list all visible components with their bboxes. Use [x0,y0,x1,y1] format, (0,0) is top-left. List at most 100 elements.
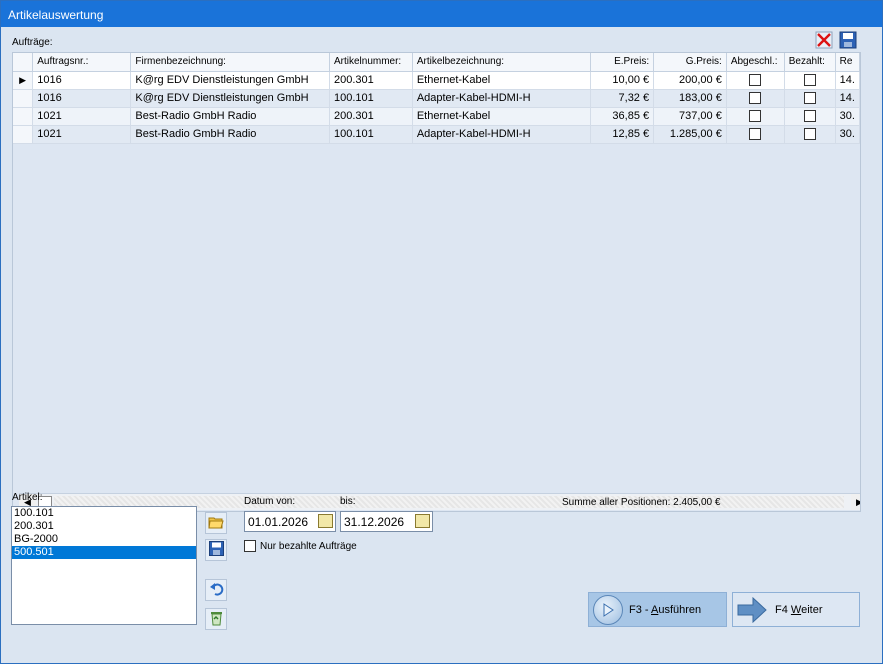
undo-arrow-icon [209,582,224,599]
orders-table: Auftragsnr.: Firmenbezeichnung: Artikeln… [13,53,860,144]
cell-artikelnummer: 100.101 [329,89,413,108]
main-area: Aufträge: Auftragsnr.: Firmenbezeichnung… [6,27,878,661]
row-selector [13,125,34,144]
arrow-right-icon [737,596,767,623]
cell-artikelbezeichnung: Adapter-Kabel-HDMI-H [412,89,591,108]
only-paid-label: Nur bezahlte Aufträge [260,540,357,552]
play-icon [593,594,623,625]
cell-gpreis: 200,00 € [653,71,727,90]
cell-artikelnummer: 200.301 [329,71,413,90]
save-disk-icon [208,541,224,559]
undo-button[interactable] [205,579,227,601]
recycle-button[interactable] [205,608,227,630]
cell-auftragsnr: 1021 [32,125,132,144]
recycle-bin-icon [209,610,224,629]
column-header-firma[interactable]: Firmenbezeichnung: [130,53,330,72]
table-row[interactable]: 1021 Best-Radio GmbH Radio 200.301 Ethernet… [13,107,860,126]
cell-abgeschlossen[interactable] [726,107,785,126]
list-item[interactable]: 500.501 [12,546,196,559]
window-title: Artikelauswertung [8,8,104,22]
table-row[interactable]: ▶ 1016 K@rg EDV Dienstleistungen GmbH 200.3… [13,71,860,90]
abgeschlossen-checkbox[interactable] [749,74,762,87]
only-paid-option[interactable]: Nur bezahlte Aufträge [244,540,357,552]
save-icon[interactable] [839,31,857,49]
abgeschlossen-checkbox[interactable] [749,92,762,105]
execute-button[interactable]: F3 - Ausführen [588,592,727,627]
cell-bezahlt[interactable] [784,125,836,144]
orders-label: Aufträge: [12,37,53,48]
cell-firma: Best-Radio GmbH Radio [130,125,330,144]
article-listbox[interactable]: 100.101 200.301 BG-2000 500.501 [11,506,197,625]
cell-epreis: 7,32 € [590,89,655,108]
bezahlt-checkbox[interactable] [803,128,816,141]
column-header-gpreis[interactable]: G.Preis: [653,53,727,72]
abgeschlossen-checkbox[interactable] [749,110,762,123]
next-button-label: F4 Weiter [775,603,823,616]
date-from-label: Datum von: [244,496,296,507]
cell-abgeschlossen[interactable] [726,89,785,108]
current-row-icon: ▶ [19,75,27,85]
bezahlt-checkbox[interactable] [803,110,816,123]
cell-re: 30. [835,107,860,126]
table-row[interactable]: 1016 K@rg EDV Dienstleistungen GmbH 100.10… [13,89,860,108]
cell-re: 30. [835,125,860,144]
save-list-button[interactable] [205,539,227,561]
cell-artikelnummer: 200.301 [329,107,413,126]
list-item[interactable]: 200.301 [12,520,196,533]
only-paid-checkbox[interactable] [244,540,256,552]
bezahlt-checkbox[interactable] [803,74,816,87]
bezahlt-checkbox[interactable] [803,92,816,105]
cell-artikelbezeichnung: Ethernet-Kabel [412,107,591,126]
cell-epreis: 36,85 € [590,107,655,126]
cell-abgeschlossen[interactable] [726,125,785,144]
execute-button-label: F3 - Ausführen [629,603,702,616]
cell-firma: Best-Radio GmbH Radio [130,107,330,126]
cell-epreis: 10,00 € [590,71,655,90]
calendar-icon[interactable] [318,514,333,528]
list-item[interactable]: 100.101 [12,507,196,520]
abgeschlossen-checkbox[interactable] [749,128,762,141]
cell-bezahlt[interactable] [784,89,836,108]
cell-artikelbezeichnung: Ethernet-Kabel [412,71,591,90]
row-selector: ▶ [13,71,34,90]
column-header-artikelbezeichnung[interactable]: Artikelbezeichnung: [412,53,591,72]
cell-gpreis: 1.285,00 € [653,125,727,144]
delete-icon[interactable] [815,31,833,49]
list-item[interactable]: BG-2000 [12,533,196,546]
column-header-auftragsnr[interactable]: Auftragsnr.: [32,53,132,72]
column-header-bezahlt[interactable]: Bezahlt: [784,53,836,72]
column-header-re[interactable]: Re [835,53,860,72]
scroll-right-icon[interactable]: ▶ [851,494,860,510]
cell-abgeschlossen[interactable] [726,71,785,90]
cell-epreis: 12,85 € [590,125,655,144]
cell-firma: K@rg EDV Dienstleistungen GmbH [130,71,330,90]
column-header-abgeschlossen[interactable]: Abgeschl.: [726,53,785,72]
cell-bezahlt[interactable] [784,107,836,126]
cell-bezahlt[interactable] [784,71,836,90]
title-bar: Artikelauswertung [1,1,882,27]
column-header-artikelnummer[interactable]: Artikelnummer: [329,53,413,72]
date-from-field[interactable]: 01.01.2026 [244,511,336,532]
row-selector [13,89,34,108]
column-header-epreis[interactable]: E.Preis: [590,53,655,72]
cell-artikelnummer: 100.101 [329,125,413,144]
sum-label: Summe aller Positionen: 2.405,00 € [562,497,721,508]
window: Artikelauswertung Aufträge: Auftragsnr.:… [0,0,883,664]
cell-artikelbezeichnung: Adapter-Kabel-HDMI-H [412,125,591,144]
cell-gpreis: 183,00 € [653,89,727,108]
open-folder-icon [208,515,224,532]
orders-grid: Auftragsnr.: Firmenbezeichnung: Artikeln… [12,52,861,512]
cell-firma: K@rg EDV Dienstleistungen GmbH [130,89,330,108]
date-to-field[interactable]: 31.12.2026 [340,511,433,532]
articles-label: Artikel: [12,492,43,503]
date-to-value: 31.12.2026 [344,515,405,529]
cell-auftragsnr: 1016 [32,71,132,90]
row-selector [13,107,34,126]
table-row[interactable]: 1021 Best-Radio GmbH Radio 100.101 Adapter-… [13,125,860,144]
row-selector-header [13,53,34,72]
cell-auftragsnr: 1016 [32,89,132,108]
calendar-icon[interactable] [415,514,430,528]
cell-re: 14. [835,71,860,90]
next-button[interactable]: F4 Weiter [732,592,860,627]
open-folder-button[interactable] [205,512,227,534]
